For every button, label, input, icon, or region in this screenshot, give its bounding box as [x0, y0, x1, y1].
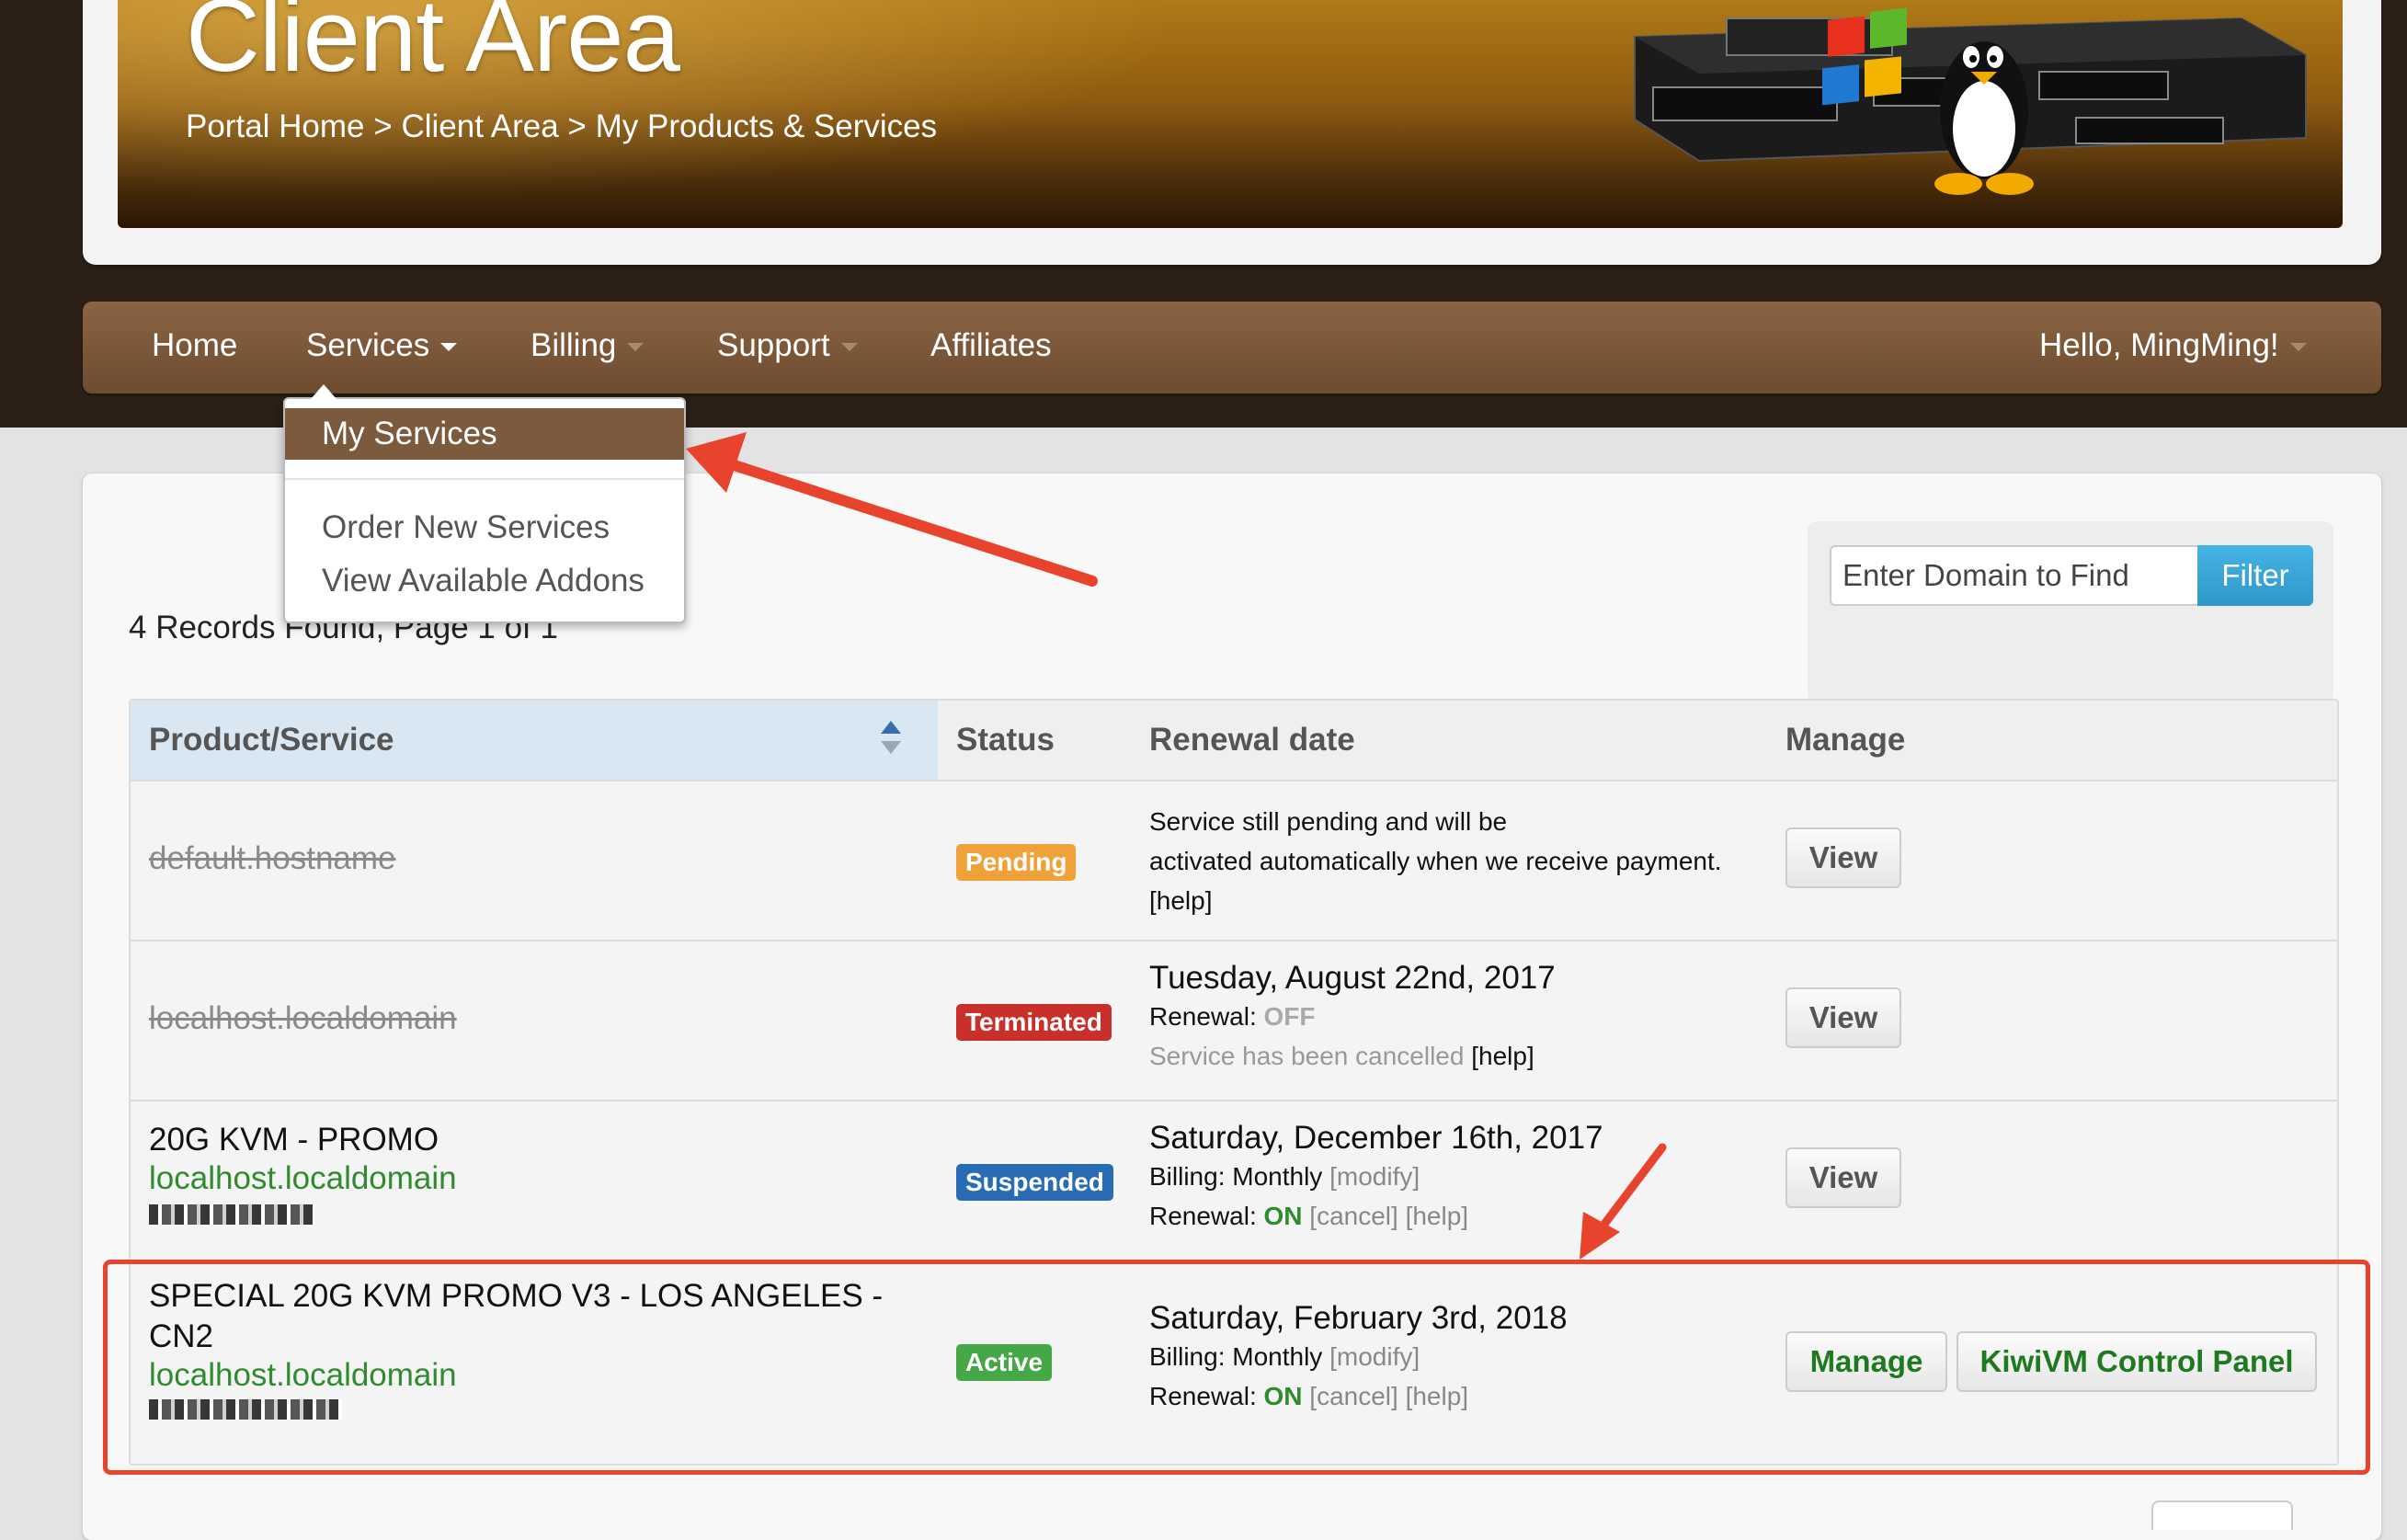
- help-link[interactable]: [help]: [1149, 881, 1722, 920]
- main-navbar: Home Services Billing Support Affiliates…: [83, 302, 2381, 394]
- redacted-ip: [149, 1204, 314, 1225]
- cancel-link[interactable]: [cancel]: [1309, 1382, 1398, 1410]
- help-link[interactable]: [help]: [1471, 1042, 1534, 1070]
- renewal-status: ON: [1263, 1382, 1303, 1410]
- product-name[interactable]: default.hostname: [149, 840, 396, 877]
- breadcrumb-separator: >: [373, 108, 393, 144]
- product-domain[interactable]: localhost.localdomain: [149, 1160, 457, 1197]
- view-button[interactable]: View: [1785, 987, 1901, 1048]
- menu-divider: [285, 478, 684, 480]
- help-link[interactable]: [help]: [1406, 1202, 1469, 1230]
- table-row: localhost.localdomain Terminated Tuesday…: [131, 941, 2337, 1101]
- column-header-manage: Manage: [1785, 722, 1906, 758]
- nav-support[interactable]: Support: [717, 302, 858, 394]
- banner: Client Area Portal Home > Client Area > …: [118, 0, 2343, 228]
- chevron-down-icon: [627, 343, 645, 352]
- view-button[interactable]: View: [1785, 1147, 1901, 1208]
- redacted-ip: [149, 1399, 342, 1420]
- nav-support-label: Support: [717, 327, 830, 363]
- renewal-status: ON: [1263, 1202, 1303, 1230]
- renewal-info: Service still pending and will be activa…: [1149, 802, 1722, 920]
- column-header-renewal-date[interactable]: Renewal date: [1149, 701, 1355, 780]
- services-dropdown-menu: My Services Order New Services View Avai…: [283, 384, 686, 623]
- nav-home[interactable]: Home: [152, 302, 237, 394]
- table-row: 20G KVM - PROMO localhost.localdomain Su…: [131, 1101, 2337, 1261]
- menu-item-my-services[interactable]: My Services: [285, 408, 684, 460]
- nav-services-label: Services: [306, 327, 430, 363]
- chevron-down-icon: [840, 343, 858, 352]
- nav-affiliates[interactable]: Affiliates: [930, 302, 1052, 394]
- renewal-date: Saturday, February 3rd, 2018: [1149, 1300, 1568, 1336]
- renewal-date: Tuesday, August 22nd, 2017: [1149, 960, 1556, 996]
- column-header-product-service[interactable]: Product/Service: [131, 701, 938, 780]
- domain-filter: Filter: [1808, 521, 2333, 705]
- chevron-down-icon: [440, 343, 458, 352]
- column-header-status[interactable]: Status: [956, 701, 1055, 780]
- breadcrumb-separator: >: [567, 108, 587, 144]
- renewal-status: OFF: [1263, 1002, 1316, 1031]
- help-link[interactable]: [help]: [1406, 1382, 1469, 1410]
- modify-link[interactable]: [modify]: [1329, 1342, 1420, 1371]
- filter-button[interactable]: Filter: [2197, 545, 2313, 606]
- user-greeting: Hello, MingMing!: [2039, 327, 2279, 363]
- breadcrumb-current: My Products & Services: [595, 108, 938, 144]
- manage-button[interactable]: Manage: [1785, 1331, 1947, 1392]
- pagination-stub: [2151, 1500, 2293, 1530]
- modify-link[interactable]: [modify]: [1329, 1162, 1420, 1191]
- renewal-info: Saturday, December 16th, 2017 Billing: M…: [1149, 1120, 1603, 1230]
- status-badge: Active: [956, 1344, 1053, 1381]
- product-name[interactable]: 20G KVM - PROMO: [149, 1120, 457, 1160]
- product-info: SPECIAL 20G KVM PROMO V3 - LOS ANGELES -…: [149, 1276, 883, 1424]
- product-info: 20G KVM - PROMO localhost.localdomain: [149, 1120, 457, 1229]
- nav-user-menu[interactable]: Hello, MingMing!: [2039, 302, 2307, 394]
- table-row: default.hostname Pending Service still p…: [131, 781, 2337, 941]
- status-badge: Suspended: [956, 1164, 1113, 1201]
- nav-billing-label: Billing: [530, 327, 617, 363]
- breadcrumb-portal-home[interactable]: Portal Home: [186, 108, 365, 144]
- table-header: Product/Service Status Renewal date Mana…: [131, 701, 2337, 781]
- product-name[interactable]: localhost.localdomain: [149, 1000, 457, 1037]
- breadcrumb-client-area[interactable]: Client Area: [401, 108, 558, 144]
- table-row: SPECIAL 20G KVM PROMO V3 - LOS ANGELES -…: [131, 1261, 2337, 1464]
- status-badge: Terminated: [956, 1004, 1112, 1041]
- product-name[interactable]: SPECIAL 20G KVM PROMO V3 - LOS ANGELES -…: [149, 1276, 883, 1357]
- renewal-info: Saturday, February 3rd, 2018 Billing: Mo…: [1149, 1300, 1568, 1410]
- view-button[interactable]: View: [1785, 827, 1901, 888]
- kiwivm-control-panel-button[interactable]: KiwiVM Control Panel: [1956, 1331, 2317, 1392]
- menu-item-view-available-addons[interactable]: View Available Addons: [285, 555, 684, 607]
- renewal-date: Saturday, December 16th, 2017: [1149, 1120, 1603, 1156]
- services-table: Product/Service Status Renewal date Mana…: [129, 699, 2339, 1466]
- nav-billing[interactable]: Billing: [530, 302, 645, 394]
- sort-icon: [881, 721, 901, 759]
- nav-services[interactable]: Services: [306, 302, 458, 394]
- breadcrumb: Portal Home > Client Area > My Products …: [186, 108, 937, 145]
- chevron-down-icon: [2289, 343, 2307, 352]
- domain-search-input[interactable]: [1830, 545, 2197, 606]
- cancel-link[interactable]: [cancel]: [1309, 1202, 1398, 1230]
- main-content-panel: 4 Records Found, Page 1 of 1 Filter Prod…: [83, 473, 2381, 1540]
- status-badge: Pending: [956, 844, 1077, 881]
- renewal-info: Tuesday, August 22nd, 2017 Renewal: OFF …: [1149, 960, 1556, 1070]
- page-title: Client Area: [186, 0, 680, 93]
- product-domain[interactable]: localhost.localdomain: [149, 1357, 883, 1394]
- banner-frame: Client Area Portal Home > Client Area > …: [83, 0, 2381, 265]
- server-tux-illustration: [1634, 7, 2307, 195]
- menu-item-order-new-services[interactable]: Order New Services: [285, 502, 684, 553]
